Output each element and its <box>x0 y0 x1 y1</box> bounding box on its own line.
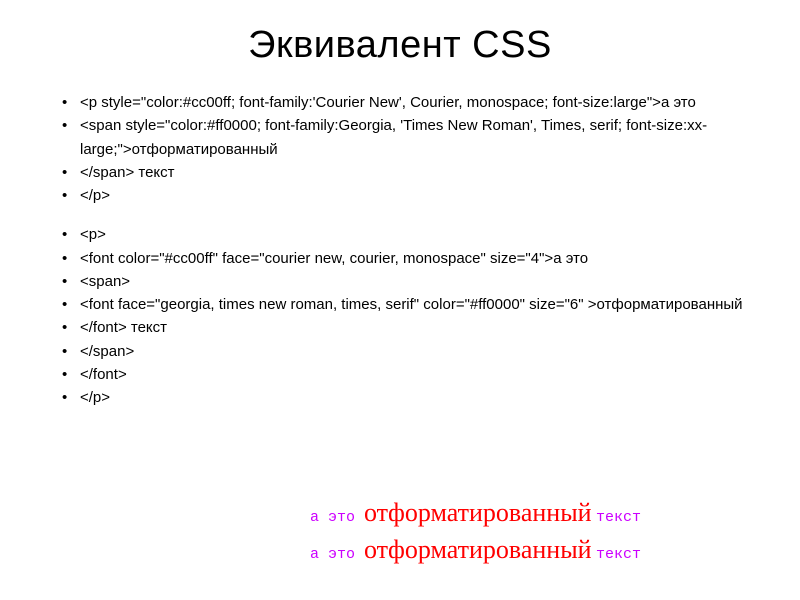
render-prefix: а это <box>310 509 364 526</box>
code-line: </p> <box>62 386 768 409</box>
code-line: </span> <box>62 340 768 363</box>
code-text: <span style="color:#ff0000; font-family:… <box>80 117 707 157</box>
code-text: <font color="#cc00ff" face="courier new,… <box>80 250 588 267</box>
rendered-line: а это отформатированный текст <box>310 535 770 565</box>
code-line: <span style="color:#ff0000; font-family:… <box>62 114 768 161</box>
code-text: </font> <box>80 366 127 383</box>
render-main: отформатированный <box>364 535 592 564</box>
render-suffix: текст <box>596 546 641 563</box>
code-line: <font color="#cc00ff" face="courier new,… <box>62 247 768 270</box>
slide-container: Эквивалент CSS <p style="color:#cc00ff; … <box>0 0 800 600</box>
code-text: <span> <box>80 273 130 290</box>
code-line: <span> <box>62 270 768 293</box>
render-prefix: а это <box>310 546 364 563</box>
rendered-line: а это отформатированный текст <box>310 498 770 528</box>
rendered-output-2: а это отформатированный текст <box>310 535 770 565</box>
slide-title: Эквивалент CSS <box>32 24 768 67</box>
render-suffix: текст <box>596 509 641 526</box>
code-line: </p> <box>62 184 768 207</box>
code-text: <p> <box>80 226 106 243</box>
code-text: </p> <box>80 389 110 406</box>
code-text: </p> <box>80 187 110 204</box>
render-main: отформатированный <box>364 498 592 527</box>
rendered-output-1: а это отформатированный текст <box>310 498 770 528</box>
code-text: <font face="georgia, times new roman, ti… <box>80 296 743 313</box>
code-text: </span> текст <box>80 164 175 181</box>
code-text: </font> текст <box>80 319 167 336</box>
code-bullets: <p style="color:#cc00ff; font-family:'Co… <box>32 91 768 409</box>
code-text: <p style="color:#cc00ff; font-family:'Co… <box>80 94 696 111</box>
code-text: </span> <box>80 343 134 360</box>
code-line: <p> <box>62 223 768 246</box>
code-line: </font> текст <box>62 316 768 339</box>
code-line: <p style="color:#cc00ff; font-family:'Co… <box>62 91 768 114</box>
code-line: </font> <box>62 363 768 386</box>
blank-gap <box>62 207 768 223</box>
code-line: </span> текст <box>62 161 768 184</box>
code-line: <font face="georgia, times new roman, ti… <box>62 293 768 316</box>
